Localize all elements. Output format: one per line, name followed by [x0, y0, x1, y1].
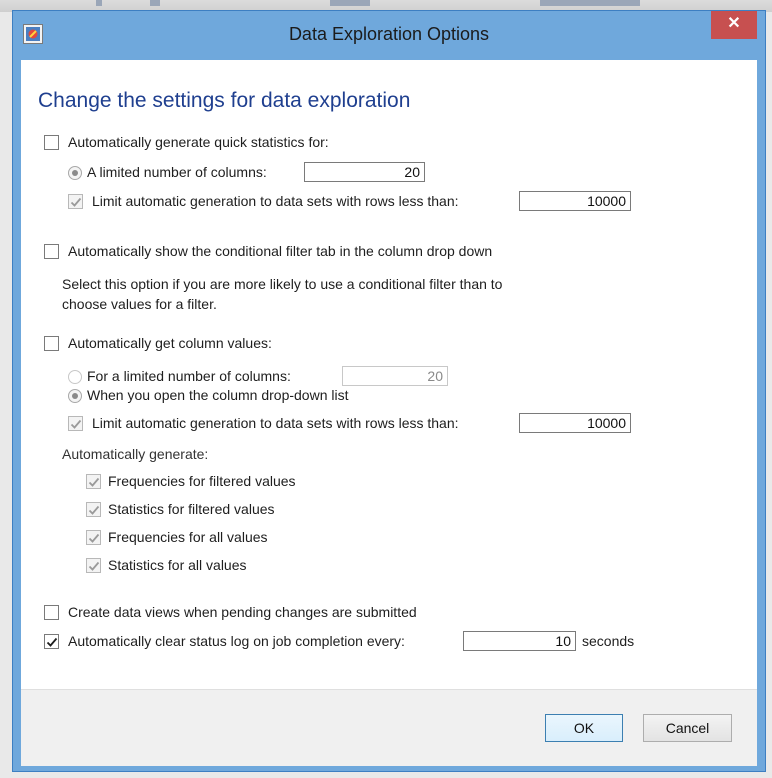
column-values-limited-input[interactable]: 20 [342, 366, 448, 386]
open-dropdown-radio[interactable] [68, 389, 82, 403]
conditional-filter-description-1: Select this option if you are more likel… [62, 276, 503, 292]
column-values-label: Automatically get column values: [68, 335, 272, 351]
statistics-filtered-checkbox[interactable] [86, 502, 101, 517]
quick-stats-checkbox[interactable] [44, 135, 59, 150]
clear-log-checkbox[interactable] [44, 634, 59, 649]
check-icon [88, 561, 100, 571]
title-bar[interactable]: Data Exploration Options ✕ [13, 11, 765, 61]
frequencies-all-label: Frequencies for all values [108, 529, 268, 545]
frequencies-filtered-label: Frequencies for filtered values [108, 473, 296, 489]
statistics-filtered-label: Statistics for filtered values [108, 501, 275, 517]
frequencies-all-checkbox[interactable] [86, 530, 101, 545]
close-button[interactable]: ✕ [711, 11, 757, 39]
conditional-filter-checkbox[interactable] [44, 244, 59, 259]
page-title: Change the settings for data exploration [38, 89, 411, 112]
conditional-filter-label: Automatically show the conditional filte… [68, 243, 493, 259]
statistics-all-label: Statistics for all values [108, 557, 247, 573]
column-values-limited-radio[interactable] [68, 370, 82, 384]
seconds-unit-label: seconds [582, 633, 635, 649]
ok-button[interactable]: OK [545, 714, 623, 742]
check-icon [70, 197, 82, 207]
clear-log-seconds-input[interactable]: 10 [463, 631, 576, 651]
column-values-limit-rows-input[interactable]: 10000 [519, 413, 631, 433]
frequencies-filtered-checkbox[interactable] [86, 474, 101, 489]
check-icon [46, 637, 58, 647]
clear-log-label: Automatically clear status log on job co… [68, 633, 405, 649]
cancel-button[interactable]: Cancel [643, 714, 732, 742]
column-values-limit-rows-label: Limit automatic generation to data sets … [92, 415, 459, 431]
create-views-label: Create data views when pending changes a… [68, 604, 417, 620]
quick-stats-limit-rows-checkbox[interactable] [68, 194, 83, 209]
limited-columns-radio[interactable] [68, 166, 82, 180]
quick-stats-label: Automatically generate quick statistics … [68, 134, 329, 150]
check-icon [88, 533, 100, 543]
column-values-checkbox[interactable] [44, 336, 59, 351]
open-dropdown-label: When you open the column drop-down list [87, 387, 349, 403]
quick-stats-limit-rows-label: Limit automatic generation to data sets … [92, 193, 459, 209]
column-values-limited-label: For a limited number of columns: [87, 368, 291, 384]
check-icon [88, 477, 100, 487]
dialog-window: Data Exploration Options ✕ Change the se… [12, 10, 766, 772]
close-icon: ✕ [727, 15, 741, 32]
column-values-limit-rows-checkbox[interactable] [68, 416, 83, 431]
statistics-all-checkbox[interactable] [86, 558, 101, 573]
conditional-filter-description-2: choose values for a filter. [62, 296, 217, 312]
limited-columns-input[interactable]: 20 [304, 162, 425, 182]
quick-stats-limit-rows-input[interactable]: 10000 [519, 191, 631, 211]
window-title: Data Exploration Options [288, 24, 490, 44]
create-views-checkbox[interactable] [44, 605, 59, 620]
check-icon [88, 505, 100, 515]
button-bar: OK Cancel [21, 689, 757, 766]
auto-generate-label: Automatically generate: [62, 446, 209, 462]
check-icon [70, 419, 82, 429]
limited-columns-label: A limited number of columns: [87, 164, 267, 180]
dialog-content: Change the settings for data exploration… [21, 60, 757, 766]
